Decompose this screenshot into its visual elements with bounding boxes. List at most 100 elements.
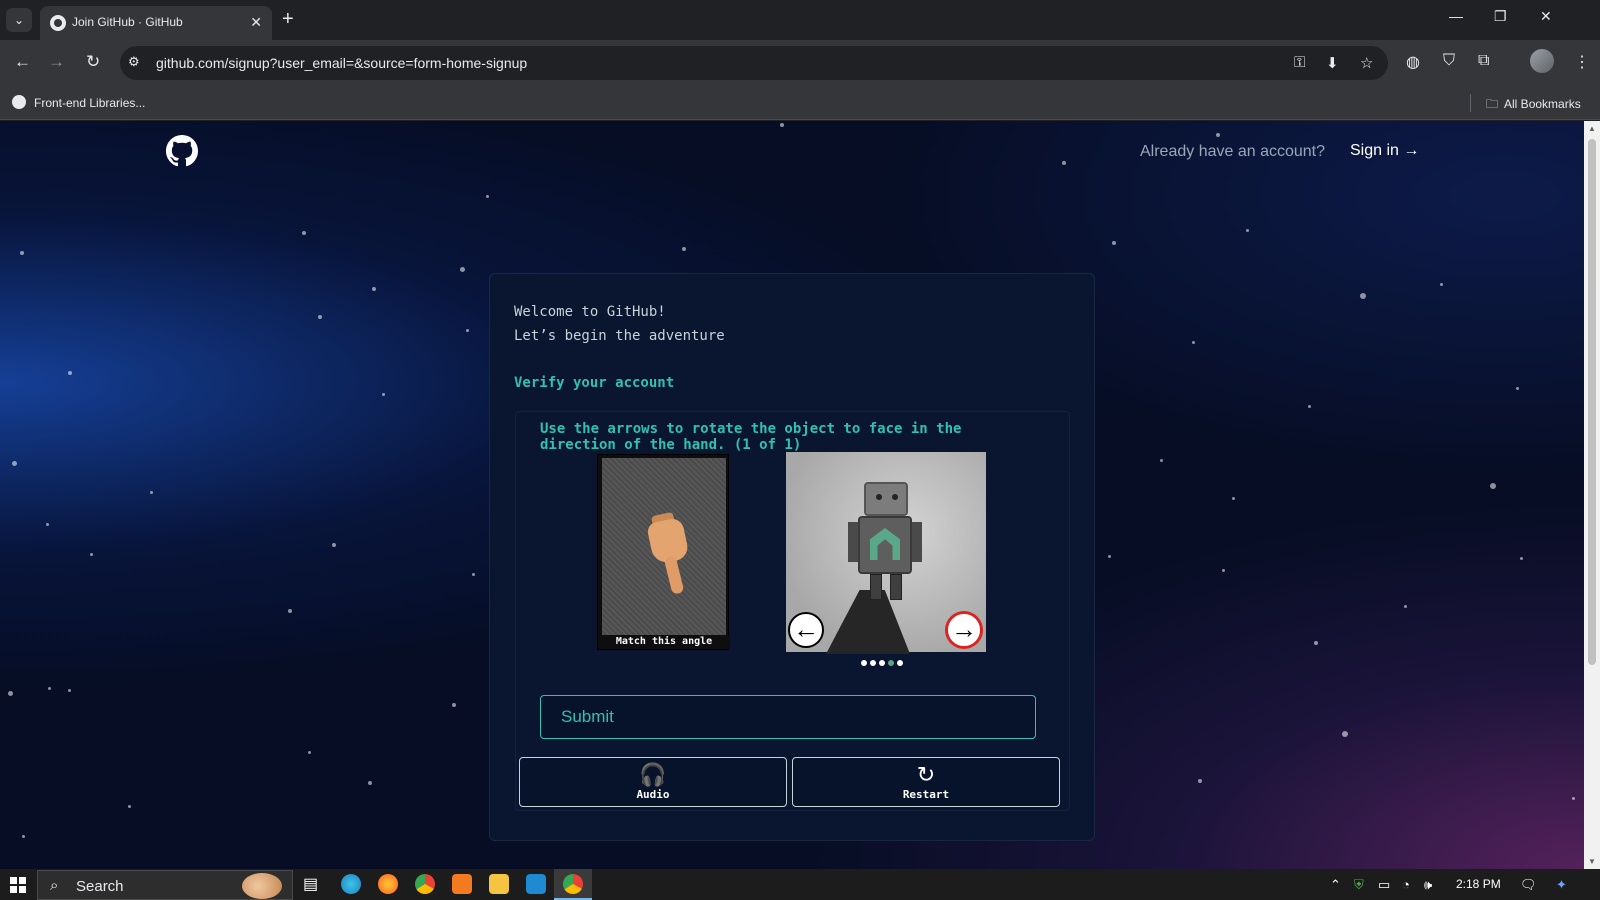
star: [1232, 497, 1235, 500]
star: [46, 523, 49, 526]
star: [1490, 483, 1496, 489]
captcha-puzzle: Use the arrows to rotate the object to f…: [515, 411, 1070, 811]
taskbar-search-box[interactable]: ⌕ Search: [37, 870, 293, 900]
search-highlight-image: [242, 873, 282, 899]
star: [1222, 569, 1225, 572]
network-icon[interactable]: ◔: [1402, 877, 1410, 892]
star: [682, 247, 686, 251]
welcome-text: Welcome to GitHub!: [514, 304, 666, 320]
star: [1440, 283, 1443, 286]
close-window-icon[interactable]: ✕: [1540, 8, 1552, 25]
star: [22, 835, 25, 838]
sign-in-link[interactable]: Sign in →: [1350, 142, 1419, 160]
robot-arm-left: [848, 522, 858, 562]
star: [452, 703, 456, 707]
battery-icon[interactable]: ▭: [1378, 877, 1390, 893]
restart-label: Restart: [902, 788, 950, 801]
tab-close-icon[interactable]: ✕: [250, 14, 262, 31]
star: [1160, 459, 1163, 462]
headphones-icon: 🎧: [639, 762, 667, 787]
windows-start-icon[interactable]: [10, 877, 26, 893]
rotate-right-button[interactable]: →: [946, 612, 982, 648]
star: [1192, 341, 1195, 344]
extensions-puzzle-icon[interactable]: ⧉: [1478, 52, 1489, 70]
volume-icon[interactable]: 🕪: [1424, 877, 1432, 893]
restore-icon[interactable]: ❐: [1494, 8, 1507, 25]
edge-browser-icon[interactable]: [341, 874, 361, 894]
rotation-dot: [879, 660, 885, 666]
page-scrollbar[interactable]: ▲ ▼: [1584, 121, 1600, 869]
robot-head: [864, 482, 908, 516]
browser-toolbar: ← → ↻ ⚙ github.com/signup?user_email=&so…: [0, 40, 1600, 86]
star: [150, 491, 153, 494]
vscode-icon[interactable]: [526, 874, 546, 894]
bookmark-front-end-libraries[interactable]: Front-end Libraries...: [12, 95, 145, 110]
site-info-icon[interactable]: ⚙: [128, 54, 140, 70]
hand-pointing-finger: [663, 555, 685, 595]
rotate-left-button[interactable]: ←: [788, 612, 824, 648]
star: [308, 751, 311, 754]
profile-avatar[interactable]: [1530, 49, 1554, 73]
file-explorer-icon[interactable]: [489, 874, 509, 894]
scroll-up-icon[interactable]: ▲: [1588, 124, 1596, 133]
rotation-dot: [888, 660, 894, 666]
signup-page: Already have an account? Sign in → Welco…: [0, 121, 1584, 869]
star: [466, 329, 469, 332]
audio-button[interactable]: 🎧 Audio: [519, 757, 787, 807]
extension-globe-icon[interactable]: ◍: [1406, 52, 1420, 72]
star: [1314, 641, 1318, 645]
star: [472, 573, 475, 576]
tab-search-button[interactable]: ⌄: [6, 8, 32, 32]
active-tab[interactable]: Join GitHub · GitHub ✕: [40, 6, 272, 40]
reload-icon[interactable]: ↻: [86, 52, 100, 72]
security-shield-icon[interactable]: ⛨: [1354, 877, 1364, 893]
robot-leg-right: [890, 574, 902, 600]
active-chrome-taskbar-item[interactable]: [554, 869, 592, 900]
star: [780, 123, 784, 127]
star: [302, 231, 306, 235]
extension-shield-icon[interactable]: ⛉: [1443, 52, 1455, 70]
back-icon[interactable]: ←: [14, 52, 31, 72]
scroll-thumb[interactable]: [1588, 139, 1596, 665]
restart-button[interactable]: ↻ Restart: [792, 757, 1060, 807]
star: [20, 251, 24, 255]
bookmark-star-icon[interactable]: ☆: [1360, 54, 1373, 72]
firefox-icon[interactable]: [378, 874, 398, 894]
install-app-icon[interactable]: ⬇: [1326, 54, 1339, 72]
task-view-icon[interactable]: ▤: [303, 874, 323, 894]
copilot-icon[interactable]: ✦: [1556, 877, 1567, 893]
star: [12, 461, 17, 466]
rotation-dot: [861, 660, 867, 666]
audio-label: Audio: [636, 788, 670, 801]
star: [382, 393, 385, 396]
signin-prompt: Already have an account?: [1140, 143, 1326, 160]
reference-label: Match this angle: [598, 635, 730, 649]
scroll-down-icon[interactable]: ▼: [1588, 857, 1596, 866]
new-tab-button[interactable]: +: [282, 8, 294, 30]
star: [1572, 797, 1575, 800]
github-logo-icon[interactable]: [166, 135, 198, 167]
captcha-instruction: Use the arrows to rotate the object to f…: [540, 421, 962, 453]
star: [1216, 133, 1220, 137]
tray-overflow-icon[interactable]: ⌃: [1330, 877, 1341, 893]
chrome-icon[interactable]: [415, 874, 435, 894]
menu-kebab-icon[interactable]: ⋮: [1574, 52, 1590, 72]
submit-button[interactable]: Submit: [540, 695, 1036, 739]
password-key-icon[interactable]: ⚿: [1294, 54, 1305, 71]
robot-emblem: [870, 528, 900, 560]
star: [1246, 229, 1249, 232]
taskbar-clock[interactable]: 2:18 PM: [1456, 877, 1501, 891]
restart-icon: ↻: [916, 762, 936, 787]
bookmark-favicon-icon: [12, 95, 26, 109]
all-bookmarks-button[interactable]: 🗀 All Bookmarks: [1486, 95, 1581, 116]
robot-arm-right: [912, 522, 922, 562]
xampp-icon[interactable]: [452, 874, 472, 894]
url-text[interactable]: github.com/signup?user_email=&source=for…: [156, 55, 527, 71]
forward-icon[interactable]: →: [48, 52, 65, 72]
address-bar[interactable]: ⚙ github.com/signup?user_email=&source=f…: [120, 46, 1388, 80]
notifications-icon[interactable]: 🗨: [1520, 877, 1537, 893]
search-placeholder: Search: [76, 878, 124, 895]
adventure-text: Let’s begin the adventure: [514, 328, 725, 344]
star: [128, 805, 131, 808]
minimize-icon[interactable]: —: [1449, 8, 1463, 24]
